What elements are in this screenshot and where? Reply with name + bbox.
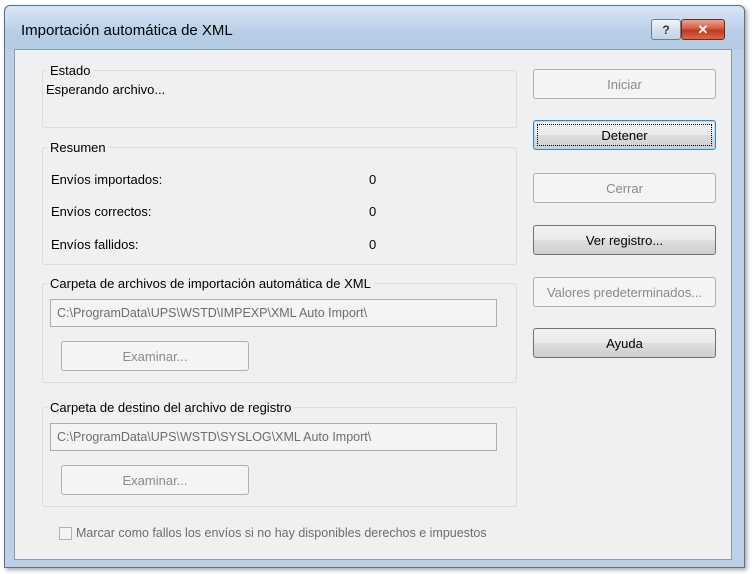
import-browse-button[interactable]: Examinar...	[61, 341, 249, 371]
cerrar-button[interactable]: Cerrar	[533, 173, 716, 203]
fail-shipments-checkbox[interactable]	[59, 527, 72, 540]
log-folder-path-field[interactable]: C:\ProgramData\UPS\WSTD\SYSLOG\XML Auto …	[50, 423, 497, 451]
close-icon[interactable]: ✕	[681, 19, 725, 40]
dialog-client: Estado Esperando archivo... Resumen Enví…	[14, 49, 732, 560]
log-folder-label: Carpeta de destino del archivo de regist…	[47, 400, 295, 415]
import-folder-path-field[interactable]: C:\ProgramData\UPS\WSTD\IMPEXP\XML Auto …	[50, 299, 497, 327]
import-folder-label: Carpeta de archivos de importación autom…	[47, 276, 374, 291]
fail-shipments-label[interactable]: Marcar como fallos los envíos si no hay …	[76, 526, 487, 540]
fallidos-label: Envíos fallidos:	[51, 237, 139, 252]
ver-registro-button[interactable]: Ver registro...	[533, 225, 716, 255]
status-text: Esperando archivo...	[46, 82, 166, 97]
fallidos-value: 0	[369, 237, 377, 252]
log-browse-button[interactable]: Examinar...	[61, 465, 249, 495]
detener-label: Detener	[601, 127, 648, 143]
import-folder-group: Carpeta de archivos de importación autom…	[42, 276, 517, 383]
resumen-label: Resumen	[47, 140, 109, 155]
valores-predeterminados-button[interactable]: Valores predeterminados...	[533, 277, 716, 307]
importados-value: 0	[369, 172, 377, 187]
estado-label: Estado	[47, 63, 94, 78]
importados-label: Envíos importados:	[51, 172, 163, 187]
iniciar-button[interactable]: Iniciar	[533, 69, 716, 99]
log-folder-group: Carpeta de destino del archivo de regist…	[42, 400, 517, 507]
estado-group: Estado Esperando archivo...	[42, 63, 517, 128]
dialog-window: Importación automática de XML ? ✕ Estado…	[4, 5, 745, 568]
resumen-group: Resumen Envíos importados: 0 Envíos corr…	[42, 140, 517, 265]
window-title: Importación automática de XML	[21, 22, 233, 39]
ayuda-button[interactable]: Ayuda	[533, 328, 716, 358]
title-bar[interactable]: Importación automática de XML ? ✕	[5, 6, 744, 49]
detener-button[interactable]: Detener	[533, 120, 716, 150]
correctos-label: Envíos correctos:	[51, 204, 152, 219]
correctos-value: 0	[369, 204, 377, 219]
help-icon[interactable]: ?	[651, 19, 681, 40]
